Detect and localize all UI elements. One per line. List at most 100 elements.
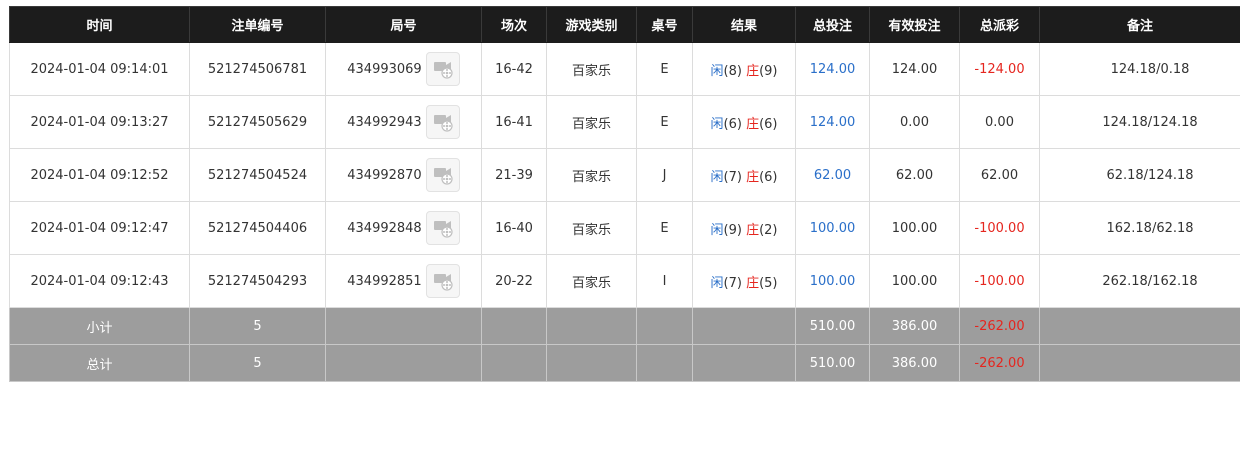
header-session: 场次: [481, 6, 547, 43]
cell-round: 434992848: [325, 201, 482, 255]
table-row: 2024-01-04 09:12:52 521274504524 4349928…: [9, 148, 1240, 202]
cell-result: 闲(7) 庄(5): [692, 254, 796, 308]
player-label: 闲: [710, 63, 724, 79]
cell-valid-bet: 100.00: [869, 254, 960, 308]
player-label: 闲: [710, 169, 724, 185]
grand-total-label: 总计: [9, 344, 190, 382]
grand-total-empty-cell: [481, 344, 547, 382]
subtotal-valid-bet: 386.00: [869, 307, 960, 345]
cell-total-bet: 100.00: [795, 201, 870, 255]
banker-label: 庄: [746, 222, 760, 238]
cell-result: 闲(7) 庄(6): [692, 148, 796, 202]
cell-session: 20-22: [481, 254, 547, 308]
banker-score: (6): [759, 169, 778, 185]
subtotal-empty-cell: [325, 307, 482, 345]
cell-game-type: 百家乐: [546, 148, 637, 202]
table-body: 2024-01-04 09:14:01 521274506781 4349930…: [9, 42, 1240, 308]
banker-label: 庄: [746, 169, 760, 185]
subtotal-empty-cell: [546, 307, 637, 345]
video-replay-button[interactable]: [425, 105, 460, 139]
cell-time: 2024-01-04 09:12:52: [9, 148, 190, 202]
player-score: (8): [723, 63, 742, 79]
cell-payout: -124.00: [959, 42, 1040, 96]
subtotal-count: 5: [189, 307, 326, 345]
subtotal-label: 小计: [9, 307, 190, 345]
video-replay-icon: [433, 274, 453, 291]
cell-time: 2024-01-04 09:14:01: [9, 42, 190, 96]
cell-note: 262.18/162.18: [1039, 254, 1240, 308]
cell-payout: 62.00: [959, 148, 1040, 202]
video-replay-button[interactable]: [425, 52, 460, 86]
cell-bet-no: 521274504524: [189, 148, 326, 202]
player-score: (7): [723, 275, 742, 291]
cell-round: 434992870: [325, 148, 482, 202]
cell-time: 2024-01-04 09:13:27: [9, 95, 190, 149]
bet-records-table: 时间 注单编号 局号 场次 游戏类别 桌号 结果 总投注 有效投注 总派彩 备注…: [9, 6, 1240, 382]
cell-result: 闲(6) 庄(6): [692, 95, 796, 149]
grand-total-empty-cell: [1039, 344, 1240, 382]
header-row: 时间 注单编号 局号 场次 游戏类别 桌号 结果 总投注 有效投注 总派彩 备注: [9, 6, 1240, 43]
video-replay-button[interactable]: [425, 211, 460, 245]
header-total-bet: 总投注: [795, 6, 870, 43]
cell-total-bet: 100.00: [795, 254, 870, 308]
cell-game-type: 百家乐: [546, 95, 637, 149]
cell-table: E: [636, 95, 693, 149]
header-game-type: 游戏类别: [546, 6, 637, 43]
cell-game-type: 百家乐: [546, 254, 637, 308]
header-time: 时间: [9, 6, 190, 43]
cell-table: I: [636, 254, 693, 308]
grand-total-empty-cell: [636, 344, 693, 382]
bet-records-panel: 时间 注单编号 局号 场次 游戏类别 桌号 结果 总投注 有效投注 总派彩 备注…: [9, 6, 1240, 382]
cell-table: E: [636, 42, 693, 96]
player-score: (9): [723, 222, 742, 238]
cell-note: 162.18/62.18: [1039, 201, 1240, 255]
cell-round: 434993069: [325, 42, 482, 96]
cell-valid-bet: 0.00: [869, 95, 960, 149]
table-row: 2024-01-04 09:13:27 521274505629 4349929…: [9, 95, 1240, 149]
banker-score: (9): [759, 63, 778, 79]
cell-table: J: [636, 148, 693, 202]
cell-round: 434992943: [325, 95, 482, 149]
cell-payout: -100.00: [959, 254, 1040, 308]
subtotal-row: 小计 5 510.00 386.00 -262.00: [9, 307, 1240, 345]
cell-game-type: 百家乐: [546, 42, 637, 96]
cell-total-bet: 62.00: [795, 148, 870, 202]
cell-valid-bet: 124.00: [869, 42, 960, 96]
player-label: 闲: [710, 275, 724, 291]
cell-total-bet: 124.00: [795, 42, 870, 96]
video-replay-button[interactable]: [425, 158, 460, 192]
banker-score: (6): [759, 116, 778, 132]
subtotal-empty-cell: [636, 307, 693, 345]
cell-bet-no: 521274504293: [189, 254, 326, 308]
cell-total-bet: 124.00: [795, 95, 870, 149]
cell-note: 124.18/0.18: [1039, 42, 1240, 96]
round-number: 434992851: [347, 273, 422, 289]
video-replay-icon: [433, 115, 453, 132]
player-label: 闲: [710, 116, 724, 132]
round-number: 434993069: [347, 61, 422, 77]
cell-result: 闲(9) 庄(2): [692, 201, 796, 255]
cell-payout: -100.00: [959, 201, 1040, 255]
subtotal-empty-cell: [1039, 307, 1240, 345]
subtotal-payout: -262.00: [959, 307, 1040, 345]
subtotal-total-bet: 510.00: [795, 307, 870, 345]
grand-total-row: 总计 5 510.00 386.00 -262.00: [9, 344, 1240, 382]
cell-bet-no: 521274505629: [189, 95, 326, 149]
grand-total-empty-cell: [325, 344, 482, 382]
table-header: 时间 注单编号 局号 场次 游戏类别 桌号 结果 总投注 有效投注 总派彩 备注: [9, 6, 1240, 43]
table-row: 2024-01-04 09:12:43 521274504293 4349928…: [9, 254, 1240, 308]
cell-valid-bet: 62.00: [869, 148, 960, 202]
banker-label: 庄: [746, 116, 760, 132]
video-replay-button[interactable]: [425, 264, 460, 298]
video-replay-icon: [433, 168, 453, 185]
cell-bet-no: 521274506781: [189, 42, 326, 96]
video-replay-icon: [433, 221, 453, 238]
video-replay-icon: [433, 62, 453, 79]
banker-score: (5): [759, 275, 778, 291]
round-number: 434992870: [347, 167, 422, 183]
banker-label: 庄: [746, 63, 760, 79]
header-valid-bet: 有效投注: [869, 6, 960, 43]
grand-total-empty-cell: [546, 344, 637, 382]
header-payout: 总派彩: [959, 6, 1040, 43]
grand-total-payout: -262.00: [959, 344, 1040, 382]
